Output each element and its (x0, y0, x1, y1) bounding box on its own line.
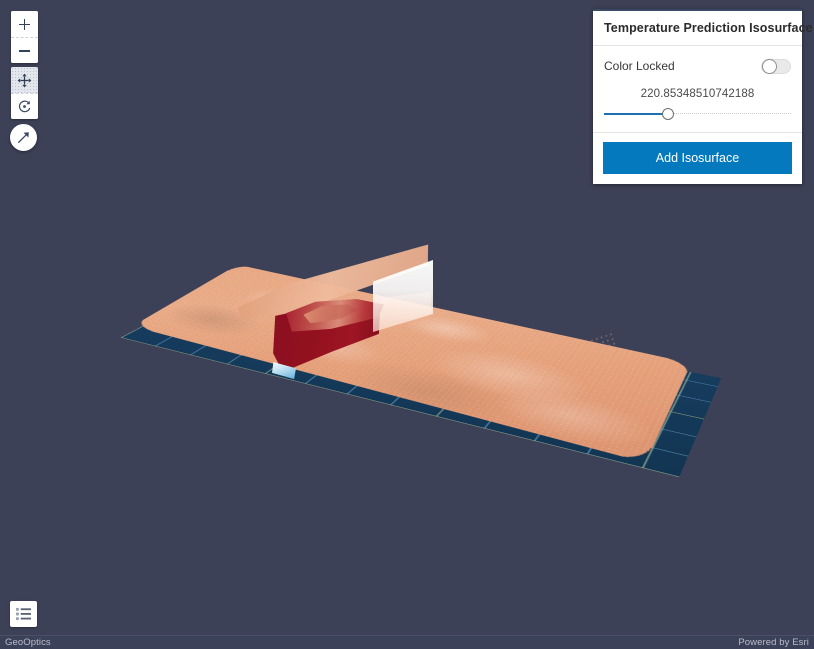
zoom-in-button[interactable] (11, 11, 38, 37)
minus-icon (19, 45, 30, 56)
rotate-icon (18, 100, 31, 113)
isosurface-control-panel: Temperature Prediction Isosurface Color … (593, 9, 813, 184)
color-locked-row: Color Locked (604, 55, 791, 77)
zoom-out-button[interactable] (11, 37, 38, 63)
plus-icon (19, 18, 30, 30)
isovalue-readout: 220.85348510742188 (640, 88, 755, 100)
add-isosurface-button[interactable]: Add Isosurface (603, 142, 792, 174)
slider-handle[interactable] (661, 108, 674, 120)
panel-title: Temperature Prediction Isosurface (604, 21, 813, 35)
panel-header: Temperature Prediction Isosurface (593, 11, 813, 46)
slider-fill (604, 113, 668, 115)
rotate-button[interactable] (11, 93, 38, 119)
panel-body: Color Locked 220.85348510742188 (593, 46, 802, 133)
color-locked-toggle[interactable] (761, 58, 791, 74)
isovalue-slider-group: 220.85348510742188 (604, 88, 791, 120)
attribution-right: Powered by Esri (738, 637, 809, 648)
attribution-left: GeoOptics (5, 637, 51, 648)
navigation-control-group (11, 67, 38, 119)
navigate-arrow-icon (17, 132, 29, 144)
application-root: Temperature Prediction Isosurface Color … (0, 0, 814, 649)
pan-move-icon (17, 73, 32, 87)
isovalue-slider[interactable] (604, 108, 791, 120)
legend-toggle-button[interactable] (10, 601, 37, 627)
toggle-knob (762, 58, 777, 74)
color-locked-label: Color Locked (604, 59, 675, 73)
legend-list-icon (16, 607, 31, 621)
status-bar: GeoOptics Powered by Esri (0, 635, 814, 649)
panel-footer: Add Isosurface (593, 133, 802, 184)
zoom-control-group (11, 11, 38, 63)
pan-button[interactable] (11, 67, 38, 93)
navigate-home-button[interactable] (10, 124, 37, 151)
